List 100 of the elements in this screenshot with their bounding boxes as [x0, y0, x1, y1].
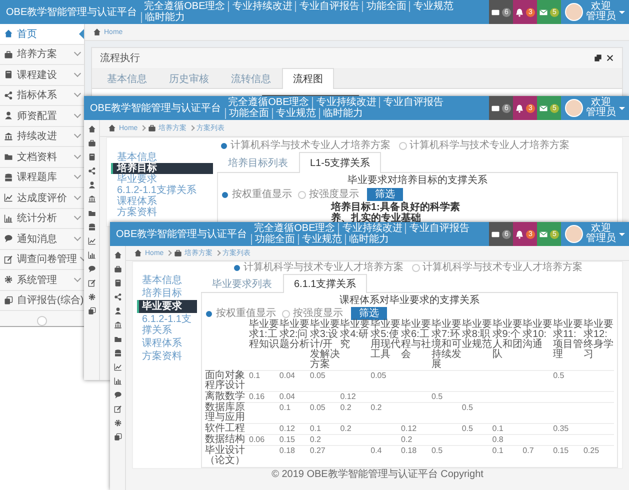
nav-link[interactable]: 功能全面 — [362, 1, 410, 12]
caret-icon — [619, 106, 625, 110]
menu-item[interactable]: 6.1.2-1.1支撑关系 — [111, 185, 213, 196]
table-cell: 0.25 — [583, 446, 614, 466]
edit-icon — [88, 279, 96, 287]
table-cell: 0.7 — [522, 446, 554, 466]
row-header: 软件工程 — [205, 424, 249, 434]
menu-item[interactable]: 课程体系 — [137, 337, 197, 350]
folder-icon — [4, 152, 13, 162]
tab[interactable]: 6.1.1支撑关系 — [283, 274, 368, 293]
table-cell: 0.05 — [310, 370, 340, 392]
app-title: OBE教学智能管理与认证平台 — [5, 6, 138, 19]
tab[interactable]: 基本信息 — [96, 68, 158, 89]
settings-icon — [88, 293, 96, 301]
tab[interactable]: 流转信息 — [220, 68, 282, 89]
folder-icon — [114, 335, 122, 343]
menu-item[interactable]: 培养目标 — [137, 287, 197, 300]
menu-item[interactable]: 6.1.2-1.1支撑关系 — [137, 313, 197, 337]
briefcase-icon — [174, 249, 182, 257]
home-icon — [4, 29, 13, 38]
menu-item[interactable]: 毕业要求 — [111, 174, 213, 185]
nav-link[interactable]: 专业自评报告 — [295, 1, 362, 12]
tab[interactable]: 毕业要求列表 — [201, 274, 283, 293]
table-cell: 0.06 — [249, 434, 280, 446]
nav-link[interactable]: 功能全面 — [225, 108, 272, 119]
radio-option[interactable]: 按强度显示 — [282, 308, 343, 320]
bell-icon — [515, 230, 524, 238]
nav-link[interactable]: 功能全面 — [251, 234, 298, 245]
column-header: 毕业要求10:沟通 — [522, 320, 554, 370]
nav-link[interactable]: 临时能力 — [345, 234, 392, 245]
nav-link[interactable]: 专业规范 — [298, 234, 346, 245]
bar-chart-icon — [114, 377, 122, 385]
sidebar-item[interactable]: 课程建设 — [0, 65, 84, 86]
table-cell: 0.04 — [279, 392, 310, 402]
nav-link[interactable]: 专业持续改进 — [338, 223, 406, 234]
table-cell: 0.5 — [462, 424, 492, 434]
radio-button[interactable] — [282, 310, 290, 318]
briefcase-icon — [4, 50, 13, 59]
nav-link[interactable]: 专业规范 — [272, 108, 320, 119]
sidebar-item[interactable]: 首页 — [0, 24, 84, 45]
nav-link[interactable]: 专业自评报告 — [379, 97, 446, 108]
menu-item[interactable]: 毕业要求 — [137, 300, 197, 313]
app-title: OBE教学智能管理与认证平台 — [115, 228, 248, 241]
table-cell: 0.18 — [279, 446, 310, 466]
filter-button[interactable]: 筛选 — [367, 188, 403, 201]
tab[interactable]: 流程图 — [282, 68, 334, 89]
user-icon — [88, 181, 96, 189]
nav-link[interactable]: 专业自评报告 — [405, 223, 472, 234]
column-header: 毕业要求4:研究 — [340, 320, 371, 370]
bar-chart-icon — [4, 214, 13, 223]
share-icon — [4, 90, 13, 100]
radio-option[interactable]: 按权重值显示 — [221, 188, 292, 200]
nav-link[interactable]: 完全遵循OBE理念 — [141, 1, 228, 12]
radio-option[interactable]: 按强度显示 — [298, 188, 359, 200]
column-header: 毕业要求8:职业规范 — [462, 320, 492, 370]
row-header: 数据结构 — [205, 434, 249, 446]
table-cell: 0.05 — [370, 370, 402, 392]
menu-item[interactable]: 方案资料 — [137, 350, 197, 363]
nav-link[interactable]: 专业持续改进 — [312, 97, 380, 108]
menu-item[interactable]: 课程体系 — [111, 196, 213, 207]
nav-link[interactable]: 临时能力 — [141, 12, 188, 23]
nav-link[interactable]: 完全遵循OBE理念 — [251, 223, 338, 234]
filter-button[interactable]: 筛选 — [351, 307, 387, 320]
speech-bubble-icon — [4, 234, 13, 244]
tab[interactable]: 培养目标列表 — [217, 152, 299, 173]
line-chart-icon — [88, 237, 96, 245]
radio-label: 按强度显示 — [309, 188, 359, 200]
table-cell: 0.2 — [340, 424, 371, 434]
bell-icon — [515, 8, 524, 16]
menu-item[interactable]: 培养目标 — [111, 163, 213, 174]
user-menu[interactable]: 欢迎 管理员 — [561, 224, 629, 244]
restore-icon[interactable] — [594, 54, 602, 62]
row-header: 离散数学 — [205, 392, 249, 402]
user-menu[interactable]: 欢迎 管理员 — [561, 2, 629, 22]
copy-icon — [114, 433, 122, 441]
radio-label: 按权重值显示 — [232, 188, 292, 200]
table-cell: 0.2 — [340, 402, 371, 424]
nav-link[interactable]: 完全遵循OBE理念 — [225, 97, 312, 108]
menu-item[interactable]: 基本信息 — [137, 274, 197, 287]
radio-button[interactable] — [412, 264, 420, 272]
radio-button[interactable] — [298, 190, 306, 198]
menu-item[interactable]: 方案资料 — [111, 207, 213, 218]
user-menu[interactable]: 欢迎 管理员 — [561, 98, 629, 118]
menu-item[interactable]: 基本信息 — [111, 152, 213, 163]
nav-link[interactable]: 临时能力 — [319, 108, 366, 119]
tab[interactable]: L1-5支撑关系 — [299, 152, 382, 173]
home-icon — [108, 124, 116, 132]
table-cell: 0.05 — [310, 402, 340, 424]
radio-button[interactable] — [398, 142, 406, 150]
nav-link[interactable]: 专业持续改进 — [228, 1, 296, 12]
tab[interactable]: 历史审核 — [158, 68, 220, 89]
radio-option[interactable]: 按权重值显示 — [205, 308, 276, 320]
row-header: 毕业设计（论文） — [205, 446, 249, 466]
sidebar-item[interactable]: 指标体系 — [0, 86, 84, 106]
radio-label: 按权重值显示 — [216, 308, 276, 318]
table-cell: 0.16 — [249, 392, 280, 402]
envelope-icon — [539, 104, 548, 112]
close-icon[interactable] — [606, 54, 614, 62]
nav-link[interactable]: 专业规范 — [409, 1, 456, 12]
sidebar-item[interactable]: 培养方案 — [0, 44, 84, 66]
